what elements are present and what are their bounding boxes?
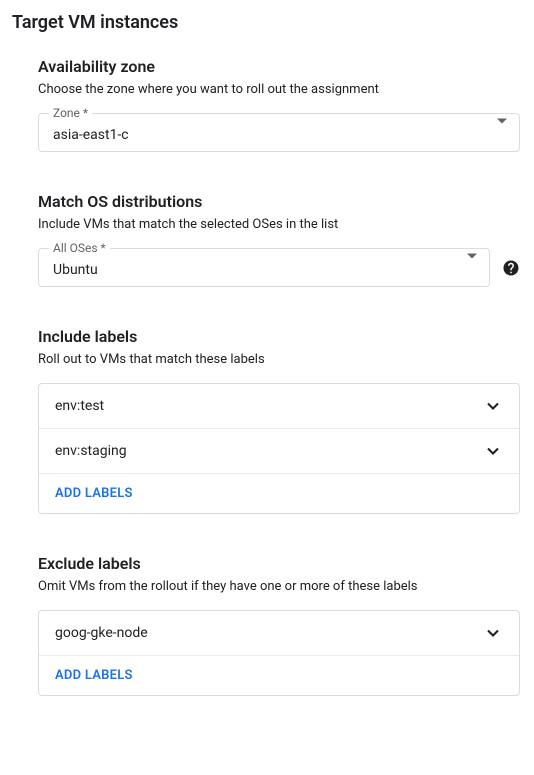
match-os-heading: Match OS distributions bbox=[38, 192, 520, 211]
availability-zone-heading: Availability zone bbox=[38, 57, 520, 76]
label-item[interactable]: env:test bbox=[39, 384, 519, 429]
dropdown-arrow-icon bbox=[467, 258, 477, 277]
exclude-labels-heading: Exclude labels bbox=[38, 554, 520, 573]
os-select-label: All OSes * bbox=[49, 241, 110, 255]
section-include-labels: Include labels Roll out to VMs that matc… bbox=[38, 327, 520, 514]
availability-zone-desc: Choose the zone where you want to roll o… bbox=[38, 82, 520, 97]
label-item-text: env:test bbox=[55, 398, 104, 414]
chevron-down-icon bbox=[483, 396, 503, 416]
help-icon[interactable] bbox=[502, 259, 520, 277]
include-labels-desc: Roll out to VMs that match these labels bbox=[38, 352, 520, 367]
label-item[interactable]: goog-gke-node bbox=[39, 611, 519, 656]
include-labels-box: env:test env:staging ADD LABELS bbox=[38, 383, 520, 514]
zone-select-value: asia-east1-c bbox=[53, 127, 129, 143]
match-os-desc: Include VMs that match the selected OSes… bbox=[38, 217, 520, 232]
zone-select[interactable]: Zone * asia-east1-c bbox=[38, 113, 520, 152]
label-item[interactable]: env:staging bbox=[39, 429, 519, 474]
zone-select-label: Zone * bbox=[49, 106, 92, 120]
exclude-labels-box: goog-gke-node ADD LABELS bbox=[38, 610, 520, 696]
section-exclude-labels: Exclude labels Omit VMs from the rollout… bbox=[38, 554, 520, 696]
os-select-value: Ubuntu bbox=[53, 262, 98, 278]
exclude-labels-desc: Omit VMs from the rollout if they have o… bbox=[38, 579, 520, 594]
add-include-labels-button[interactable]: ADD LABELS bbox=[39, 474, 519, 513]
page-title: Target VM instances bbox=[10, 12, 524, 33]
section-match-os: Match OS distributions Include VMs that … bbox=[38, 192, 520, 287]
include-labels-heading: Include labels bbox=[38, 327, 520, 346]
dropdown-arrow-icon bbox=[497, 123, 507, 142]
chevron-down-icon bbox=[483, 623, 503, 643]
chevron-down-icon bbox=[483, 441, 503, 461]
add-exclude-labels-button[interactable]: ADD LABELS bbox=[39, 656, 519, 695]
label-item-text: env:staging bbox=[55, 443, 127, 459]
label-item-text: goog-gke-node bbox=[55, 625, 148, 641]
os-select[interactable]: All OSes * Ubuntu bbox=[38, 248, 490, 287]
section-availability-zone: Availability zone Choose the zone where … bbox=[38, 57, 520, 152]
